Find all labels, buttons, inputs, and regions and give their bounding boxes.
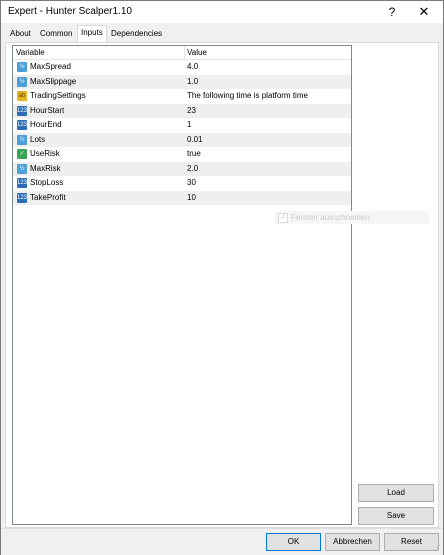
column-header-variable[interactable]: Variable <box>16 46 185 59</box>
variable-value[interactable]: 2.0 <box>187 162 198 176</box>
variable-name: HourEnd <box>30 120 62 129</box>
variable-value[interactable]: true <box>187 147 201 161</box>
variable-name: MaxSpread <box>30 62 71 71</box>
resize-grip-icon[interactable]: ⋰ <box>433 545 441 553</box>
table-row[interactable]: ✓ UseRisk true <box>13 147 351 161</box>
table-row[interactable]: 123 TakeProfit 10 <box>13 190 351 205</box>
table-row[interactable]: ab TradingSettings The following time is p… <box>13 89 351 103</box>
close-button[interactable]: ✕ <box>413 1 435 23</box>
variable-value[interactable]: 10 <box>187 191 196 205</box>
expert-dialog: Expert - Hunter Scalper1.10 ? ✕ About Co… <box>0 0 444 555</box>
tab-inputs[interactable]: Inputs <box>77 25 107 43</box>
help-button[interactable]: ? <box>381 1 403 23</box>
checkbox-icon: ✓ <box>278 213 288 223</box>
variable-name: Lots <box>30 134 46 144</box>
column-header-value[interactable]: Value <box>187 46 207 59</box>
integer-type-icon: 123 <box>17 120 28 130</box>
variable-name: TradingSettings <box>30 91 86 100</box>
integer-type-icon: 123 <box>17 192 28 203</box>
variable-name: MaxSlippage <box>30 76 77 86</box>
inputs-list[interactable]: Variable Value ½ MaxSpread 4.0 ½ MaxSlippage… <box>12 45 352 525</box>
double-type-icon: ½ <box>17 62 27 72</box>
faded-checkbox[interactable]: ✓ Fenster ausschneiden <box>275 211 429 224</box>
inputs-panel: Variable Value ½ MaxSpread 4.0 ½ MaxSlippage… <box>5 42 439 528</box>
variable-name: StopLoss <box>30 178 64 187</box>
tab-about[interactable]: About <box>7 27 34 41</box>
table-row[interactable]: ½ MaxSpread 4.0 <box>13 60 351 74</box>
variable-name: MaxRisk <box>30 163 61 173</box>
faded-checkbox-label: Fenster ausschneiden <box>291 213 370 222</box>
variable-value[interactable]: 0.01 <box>187 133 203 147</box>
double-type-icon: ½ <box>17 76 27 87</box>
table-row[interactable]: ½ MaxSlippage 1.0 <box>13 74 351 89</box>
variable-name: TakeProfit <box>30 192 66 202</box>
variable-value[interactable]: 1 <box>187 118 191 132</box>
boolean-type-icon: ✓ <box>17 149 27 159</box>
list-header: Variable Value <box>13 46 351 60</box>
tab-common[interactable]: Common <box>37 27 76 41</box>
variable-value[interactable]: The following time is platform time <box>187 89 308 103</box>
title-bar: Expert - Hunter Scalper1.10 ? ✕ <box>1 1 443 23</box>
variable-value[interactable]: 30 <box>187 176 196 190</box>
tab-dependencies[interactable]: Dependencies <box>108 27 166 41</box>
table-row[interactable]: 123 HourEnd 1 <box>13 118 351 132</box>
integer-type-icon: 123 <box>17 178 28 188</box>
variable-name: UseRisk <box>30 149 60 158</box>
tab-strip: About Common Inputs Dependencies <box>5 25 439 43</box>
double-type-icon: ½ <box>17 163 27 174</box>
table-row[interactable]: ½ MaxRisk 2.0 <box>13 161 351 176</box>
integer-type-icon: 123 <box>17 105 28 116</box>
variable-value[interactable]: 23 <box>187 104 196 118</box>
load-button[interactable]: Load <box>358 484 434 502</box>
dialog-button-bar: OK Abbrechen Reset ⋰ <box>1 528 443 555</box>
cancel-button[interactable]: Abbrechen <box>325 533 380 551</box>
table-row[interactable]: 123 StopLoss 30 <box>13 176 351 190</box>
variable-value[interactable]: 1.0 <box>187 75 198 89</box>
ok-button[interactable]: OK <box>266 533 321 551</box>
table-row[interactable]: 123 HourStart 23 <box>13 103 351 118</box>
string-type-icon: ab <box>17 91 27 101</box>
save-button[interactable]: Save <box>358 507 434 525</box>
reset-button[interactable]: Reset <box>384 533 439 551</box>
table-row[interactable]: ½ Lots 0.01 <box>13 132 351 147</box>
variable-name: HourStart <box>30 105 65 115</box>
double-type-icon: ½ <box>17 134 27 145</box>
window-title: Expert - Hunter Scalper1.10 <box>8 6 132 17</box>
variable-value[interactable]: 4.0 <box>187 60 198 74</box>
